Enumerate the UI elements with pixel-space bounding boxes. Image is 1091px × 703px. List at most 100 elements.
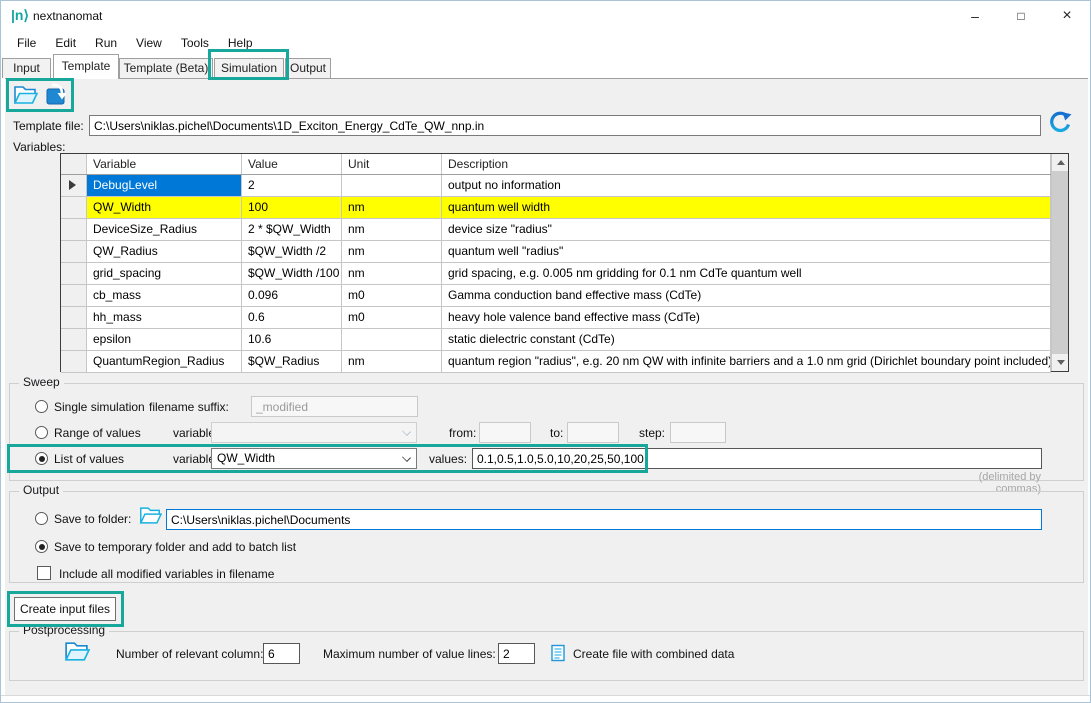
scrollbar-thumb[interactable] <box>1052 171 1068 354</box>
cell-value[interactable]: 10.6 <box>242 329 342 351</box>
cell-unit[interactable]: m0 <box>342 307 442 329</box>
template-file-input[interactable] <box>89 115 1041 136</box>
value-lines-input[interactable] <box>498 643 535 664</box>
cell-variable[interactable]: QW_Radius <box>87 241 242 263</box>
close-button[interactable]: × <box>1044 1 1090 31</box>
cell-unit[interactable]: nm <box>342 263 442 285</box>
cell-value[interactable]: 100 <box>242 197 342 219</box>
menu-run[interactable]: Run <box>95 36 117 50</box>
col-header-value[interactable]: Value <box>242 154 342 174</box>
range-of-values-label[interactable]: Range of values <box>54 426 141 440</box>
cell-description[interactable]: Gamma conduction band effective mass (Cd… <box>442 285 1051 307</box>
tab-template-beta[interactable]: Template (Beta) <box>119 58 213 78</box>
to-label: to: <box>550 426 563 440</box>
col-header-description[interactable]: Description <box>442 154 1051 174</box>
toolbar-highlight <box>6 78 74 112</box>
table-row[interactable]: cb_mass 0.096 m0 Gamma conduction band e… <box>61 285 1051 307</box>
cell-value[interactable]: 0.6 <box>242 307 342 329</box>
single-simulation-radio[interactable] <box>35 400 48 413</box>
filename-suffix-input[interactable] <box>251 396 418 417</box>
menu-help[interactable]: Help <box>228 36 253 50</box>
single-simulation-label[interactable]: Single simulation <box>54 400 145 414</box>
col-header-unit[interactable]: Unit <box>342 154 442 174</box>
table-row[interactable]: grid_spacing $QW_Width /100 nm grid spac… <box>61 263 1051 285</box>
cell-unit[interactable]: m0 <box>342 285 442 307</box>
from-input[interactable] <box>479 422 531 443</box>
include-variables-label[interactable]: Include all modified variables in filena… <box>59 567 274 581</box>
to-input[interactable] <box>567 422 619 443</box>
cell-description[interactable]: static dielectric constant (CdTe) <box>442 329 1051 351</box>
cell-description[interactable]: device size "radius" <box>442 219 1051 241</box>
cell-unit[interactable]: nm <box>342 241 442 263</box>
menu-tools[interactable]: Tools <box>181 36 209 50</box>
cell-description[interactable]: output no information <box>442 175 1051 197</box>
table-row[interactable]: DebugLevel 2 output no information <box>61 175 1051 197</box>
cell-variable[interactable]: epsilon <box>87 329 242 351</box>
range-variable-combobox[interactable] <box>211 422 417 443</box>
cell-variable[interactable]: hh_mass <box>87 307 242 329</box>
table-scrollbar[interactable] <box>1051 154 1068 371</box>
cell-unit[interactable] <box>342 175 442 197</box>
relevant-column-input[interactable] <box>263 643 300 664</box>
menu-view[interactable]: View <box>136 36 162 50</box>
current-row-arrow-icon <box>69 180 76 190</box>
cell-description[interactable]: quantum well width <box>442 197 1051 219</box>
col-header-variable[interactable]: Variable <box>87 154 242 174</box>
cell-unit[interactable]: nm <box>342 197 442 219</box>
table-row[interactable]: DeviceSize_Radius 2 * $QW_Width nm devic… <box>61 219 1051 241</box>
cell-value[interactable]: 0.096 <box>242 285 342 307</box>
cell-description[interactable]: grid spacing, e.g. 0.005 nm gridding for… <box>442 263 1051 285</box>
from-label: from: <box>449 426 476 440</box>
cell-description[interactable]: heavy hole valence band effective mass (… <box>442 307 1051 329</box>
step-input[interactable] <box>670 422 726 443</box>
tab-input[interactable]: Input <box>2 58 51 78</box>
cell-variable[interactable]: grid_spacing <box>87 263 242 285</box>
cell-variable[interactable]: cb_mass <box>87 285 242 307</box>
cell-value[interactable]: $QW_Width /100 <box>242 263 342 285</box>
refresh-template-button[interactable] <box>1047 109 1073 135</box>
template-file-label: Template file: <box>13 119 84 133</box>
table-row[interactable]: QW_Radius $QW_Width /2 nm quantum well "… <box>61 241 1051 263</box>
save-to-folder-label[interactable]: Save to folder: <box>54 512 131 526</box>
tab-template[interactable]: Template <box>53 54 119 79</box>
row-header <box>61 329 87 351</box>
temp-folder-label[interactable]: Save to temporary folder and add to batc… <box>54 540 296 554</box>
cell-unit[interactable]: nm <box>342 219 442 241</box>
cell-variable[interactable]: QW_Width <box>87 197 242 219</box>
minimize-button[interactable]: – <box>952 1 998 31</box>
tab-output[interactable]: Output <box>285 58 331 78</box>
cell-unit[interactable] <box>342 329 442 351</box>
cell-variable[interactable]: DeviceSize_Radius <box>87 219 242 241</box>
sweep-group-title: Sweep <box>19 375 64 389</box>
cell-value[interactable]: $QW_Radius <box>242 351 342 373</box>
menu-file[interactable]: File <box>17 36 36 50</box>
menu-bar: File Edit Run View Tools Help <box>1 31 1090 54</box>
table-row[interactable]: QuantumRegion_Radius $QW_Radius nm quant… <box>61 351 1051 373</box>
include-variables-checkbox[interactable] <box>37 566 51 580</box>
menu-edit[interactable]: Edit <box>55 36 76 50</box>
cell-value[interactable]: $QW_Width /2 <box>242 241 342 263</box>
create-combined-file-button[interactable] <box>549 644 567 662</box>
cell-description[interactable]: quantum region "radius", e.g. 20 nm QW w… <box>442 351 1051 373</box>
cell-description[interactable]: quantum well "radius" <box>442 241 1051 263</box>
cell-value[interactable]: 2 <box>242 175 342 197</box>
scroll-down-icon[interactable] <box>1052 354 1069 371</box>
row-header <box>61 197 87 219</box>
cell-variable[interactable]: DebugLevel <box>87 175 242 197</box>
save-folder-path-input[interactable] <box>166 509 1042 530</box>
save-to-folder-radio[interactable] <box>35 512 48 525</box>
cell-value[interactable]: 2 * $QW_Width <box>242 219 342 241</box>
browse-folder-button[interactable] <box>138 505 162 526</box>
table-row[interactable]: hh_mass 0.6 m0 heavy hole valence band e… <box>61 307 1051 329</box>
maximize-button[interactable]: □ <box>998 1 1044 31</box>
table-row[interactable]: QW_Width 100 nm quantum well width <box>61 197 1051 219</box>
range-of-values-radio[interactable] <box>35 426 48 439</box>
postprocessing-folder-button[interactable] <box>63 640 90 663</box>
value-lines-label: Maximum number of value lines: <box>323 647 496 661</box>
cell-unit[interactable]: nm <box>342 351 442 373</box>
temp-folder-radio[interactable] <box>35 540 48 553</box>
table-row[interactable]: epsilon 10.6 static dielectric constant … <box>61 329 1051 351</box>
cell-variable[interactable]: QuantumRegion_Radius <box>87 351 242 373</box>
scroll-up-icon[interactable] <box>1052 154 1069 171</box>
create-combined-file-label[interactable]: Create file with combined data <box>573 647 734 661</box>
